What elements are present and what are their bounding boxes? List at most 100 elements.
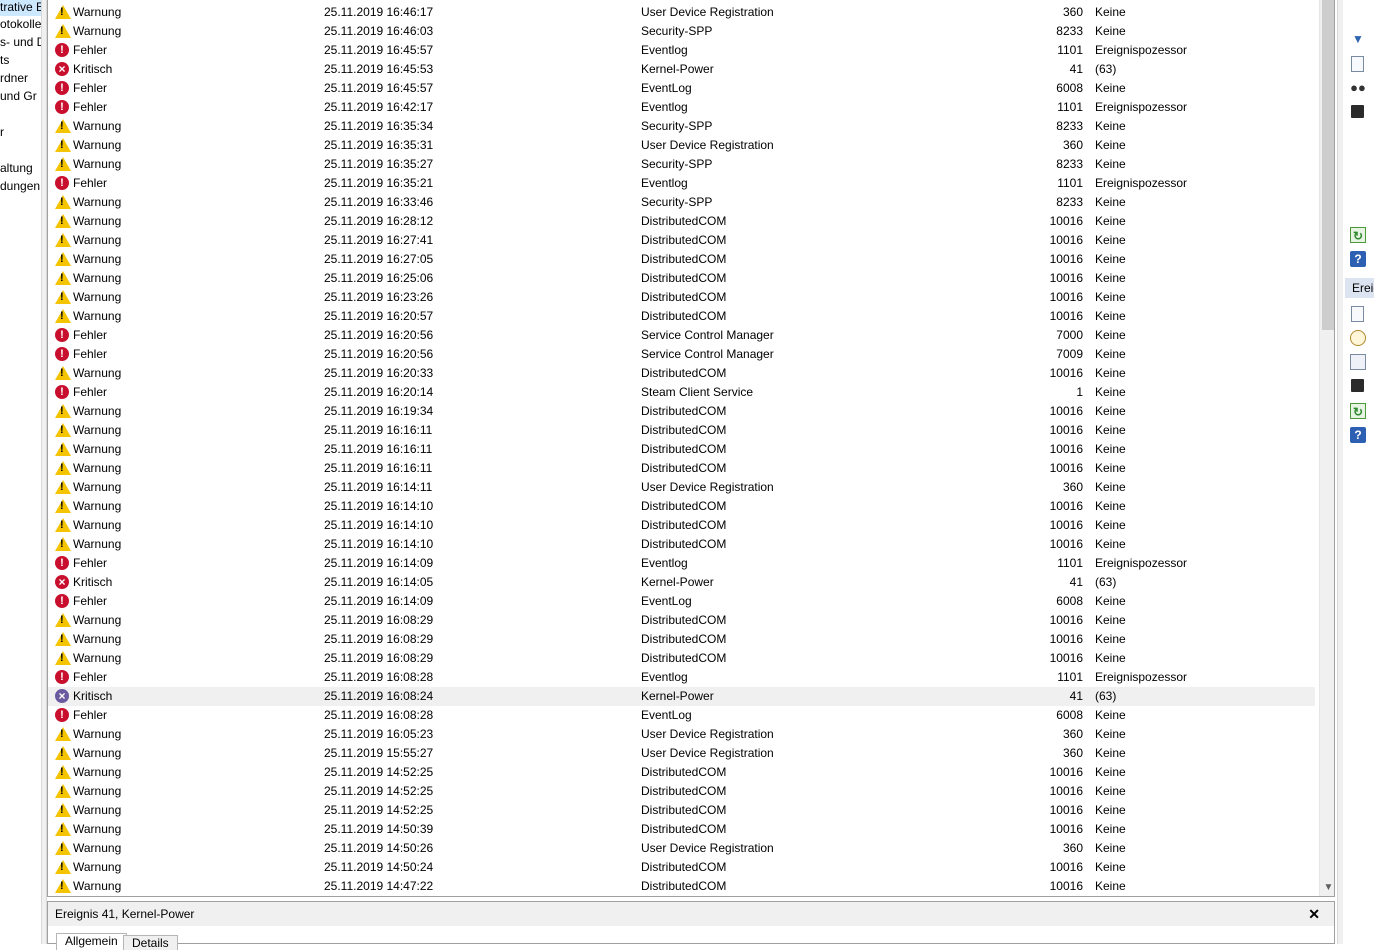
table-row[interactable]: Warnung 25.11.2019 14:50:39 DistributedCOM… — [48, 820, 1315, 839]
table-row[interactable]: Warnung 25.11.2019 16:05:23 User Device Re… — [48, 725, 1315, 744]
error-icon: ! — [55, 100, 70, 115]
table-row[interactable]: Warnung 25.11.2019 16:20:57 DistributedCOM… — [48, 307, 1315, 326]
table-row[interactable]: ! Fehler 25.11.2019 16:20:14 Steam Client S… — [48, 383, 1315, 402]
help-icon[interactable]: ? — [1350, 251, 1366, 267]
table-row[interactable]: ! Fehler 25.11.2019 16:08:28 Eventlog 1101 Er… — [48, 668, 1315, 687]
actions-pane: ▼ ●● ↻ ? Ereig ↻ ? — [1343, 0, 1374, 944]
task-category-cell: (63) — [1095, 689, 1117, 703]
table-row[interactable]: Warnung 25.11.2019 16:14:11 User Device Re… — [48, 478, 1315, 497]
event-id-cell: 10016 — [1049, 252, 1083, 266]
task-category-cell: Keine — [1095, 5, 1126, 19]
table-row[interactable]: Warnung 25.11.2019 14:52:25 DistributedCOM… — [48, 782, 1315, 801]
table-row[interactable]: Warnung 25.11.2019 16:20:33 DistributedCOM… — [48, 364, 1315, 383]
nav-item-subscriptions[interactable]: ts — [0, 51, 9, 69]
table-row[interactable]: Warnung 25.11.2019 16:23:26 DistributedCOM… — [48, 288, 1315, 307]
nav-item-users-groups[interactable]: und Gr — [0, 87, 37, 105]
filter-icon[interactable]: ▼ — [1350, 31, 1366, 47]
save-selected-icon[interactable] — [1351, 379, 1364, 392]
scrollbar-thumb[interactable] — [1322, 0, 1334, 330]
attach-task-icon[interactable] — [1350, 330, 1366, 346]
table-row[interactable]: ! Fehler 25.11.2019 16:14:09 EventLog 6008 Ke… — [48, 592, 1315, 611]
level-cell: Fehler — [73, 176, 108, 190]
table-row[interactable]: Warnung 25.11.2019 16:08:29 DistributedCOM… — [48, 611, 1315, 630]
table-row[interactable]: Warnung 25.11.2019 16:14:10 DistributedCOM… — [48, 535, 1315, 554]
properties-icon[interactable] — [1351, 56, 1364, 72]
table-row[interactable]: ! Fehler 25.11.2019 16:42:17 Eventlog 1101 Er… — [48, 98, 1315, 117]
table-row[interactable]: Warnung 25.11.2019 16:33:46 Security-SPP 82… — [48, 193, 1315, 212]
table-row[interactable]: × Kritisch 25.11.2019 16:45:53 Kernel-Power… — [48, 60, 1315, 79]
event-id-cell: 41 — [1069, 62, 1083, 76]
table-row[interactable]: Warnung 25.11.2019 16:35:27 Security-SPP 82… — [48, 155, 1315, 174]
table-row[interactable]: Warnung 25.11.2019 16:46:03 Security-SPP 82… — [48, 22, 1315, 41]
find-icon[interactable]: ●● — [1350, 80, 1366, 96]
table-row[interactable]: Warnung 25.11.2019 16:27:41 DistributedCOM… — [48, 231, 1315, 250]
event-id-cell: 10016 — [1049, 518, 1083, 532]
table-row[interactable]: Warnung 25.11.2019 16:27:05 DistributedCOM… — [48, 250, 1315, 269]
date-cell: 25.11.2019 16:16:11 — [324, 423, 433, 437]
table-row[interactable]: Warnung 25.11.2019 15:55:27 User Device Re… — [48, 744, 1315, 763]
table-row[interactable]: ! Fehler 25.11.2019 16:20:56 Service Contro… — [48, 326, 1315, 345]
table-row[interactable]: ! Fehler 25.11.2019 16:45:57 Eventlog 1101 Er… — [48, 41, 1315, 60]
close-icon[interactable]: ✕ — [1308, 902, 1320, 926]
table-row[interactable]: × Kritisch 25.11.2019 16:08:24 Kernel-Power… — [48, 687, 1315, 706]
table-row[interactable]: Warnung 25.11.2019 16:28:12 DistributedCOM… — [48, 212, 1315, 231]
event-id-cell: 10016 — [1049, 879, 1083, 893]
nav-item-r[interactable]: r — [0, 123, 4, 141]
warning-icon — [55, 518, 71, 533]
table-row[interactable]: × Kritisch 25.11.2019 16:14:05 Kernel-Power… — [48, 573, 1315, 592]
task-category-cell: Keine — [1095, 442, 1126, 456]
table-row[interactable]: ! Fehler 25.11.2019 16:45:57 EventLog 6008 Ke… — [48, 79, 1315, 98]
table-row[interactable]: ! Fehler 25.11.2019 16:14:09 Eventlog 1101 Er… — [48, 554, 1315, 573]
table-row[interactable]: Warnung 25.11.2019 16:16:11 DistributedCOM… — [48, 421, 1315, 440]
event-id-cell: 41 — [1069, 575, 1083, 589]
level-cell: Warnung — [73, 5, 122, 19]
table-row[interactable]: Warnung 25.11.2019 16:14:10 DistributedCOM… — [48, 516, 1315, 535]
table-row[interactable]: Warnung 25.11.2019 16:08:29 DistributedCOM… — [48, 630, 1315, 649]
vertical-scrollbar[interactable]: ▼ — [1319, 0, 1334, 896]
nav-item-logs[interactable]: otokolle — [0, 15, 41, 33]
level-cell: Warnung — [73, 746, 122, 760]
copy-icon[interactable] — [1350, 354, 1366, 370]
nav-item-admin-events[interactable]: trative E — [0, 0, 41, 16]
help-icon[interactable]: ? — [1350, 427, 1366, 443]
table-row[interactable]: Warnung 25.11.2019 16:14:10 DistributedCOM… — [48, 497, 1315, 516]
table-row[interactable]: Warnung 25.11.2019 16:25:06 DistributedCOM… — [48, 269, 1315, 288]
table-row[interactable]: Warnung 25.11.2019 14:52:25 DistributedCOM… — [48, 801, 1315, 820]
date-cell: 25.11.2019 16:08:29 — [324, 651, 434, 665]
level-cell: Warnung — [73, 632, 122, 646]
warning-icon — [55, 366, 71, 381]
source-cell: DistributedCOM — [641, 765, 727, 779]
refresh-icon[interactable]: ↻ — [1350, 403, 1366, 419]
date-cell: 25.11.2019 16:16:11 — [324, 461, 433, 475]
event-id-cell: 10016 — [1049, 765, 1083, 779]
event-properties-icon[interactable] — [1351, 306, 1364, 322]
table-row[interactable]: ! Fehler 25.11.2019 16:08:28 EventLog 6008 Ke… — [48, 706, 1315, 725]
table-row[interactable]: Warnung 25.11.2019 16:16:11 DistributedCOM… — [48, 440, 1315, 459]
table-row[interactable]: Warnung 25.11.2019 16:35:34 Security-SPP 82… — [48, 117, 1315, 136]
table-row[interactable]: Warnung 25.11.2019 14:50:24 DistributedCOM… — [48, 858, 1315, 877]
nav-item-apps-services[interactable]: s- und D — [0, 33, 41, 51]
table-row[interactable]: Warnung 25.11.2019 16:35:31 User Device Re… — [48, 136, 1315, 155]
table-row[interactable]: ! Fehler 25.11.2019 16:35:21 Eventlog 1101 Er… — [48, 174, 1315, 193]
event-id-cell: 360 — [1062, 5, 1083, 19]
table-row[interactable]: Warnung 25.11.2019 14:52:25 DistributedCOM… — [48, 763, 1315, 782]
refresh-icon[interactable]: ↻ — [1350, 227, 1366, 243]
nav-item-management[interactable]: altung — [0, 159, 33, 177]
tab-details[interactable]: Details — [123, 935, 178, 950]
save-icon[interactable] — [1351, 105, 1364, 118]
table-row[interactable]: ! Fehler 25.11.2019 16:20:56 Service Contro… — [48, 345, 1315, 364]
source-cell: Security-SPP — [641, 24, 713, 38]
table-row[interactable]: Warnung 25.11.2019 16:19:34 DistributedCOM… — [48, 402, 1315, 421]
nav-item-connections[interactable]: dungen — [0, 177, 40, 195]
date-cell: 25.11.2019 16:20:56 — [324, 347, 434, 361]
event-id-cell: 10016 — [1049, 860, 1083, 874]
level-cell: Warnung — [73, 233, 122, 247]
table-row[interactable]: Warnung 25.11.2019 16:08:29 DistributedCOM… — [48, 649, 1315, 668]
scroll-down-arrow-icon[interactable]: ▼ — [1320, 879, 1334, 896]
table-row[interactable]: Warnung 25.11.2019 14:47:22 DistributedCOM… — [48, 877, 1315, 896]
table-row[interactable]: Warnung 25.11.2019 16:16:11 DistributedCOM… — [48, 459, 1315, 478]
table-row[interactable]: Warnung 25.11.2019 16:46:17 User Device Re… — [48, 3, 1315, 22]
table-row[interactable]: Warnung 25.11.2019 14:50:26 User Device Re… — [48, 839, 1315, 858]
tab-general[interactable]: Allgemein — [56, 933, 127, 950]
nav-item-folder[interactable]: rdner — [0, 69, 28, 87]
